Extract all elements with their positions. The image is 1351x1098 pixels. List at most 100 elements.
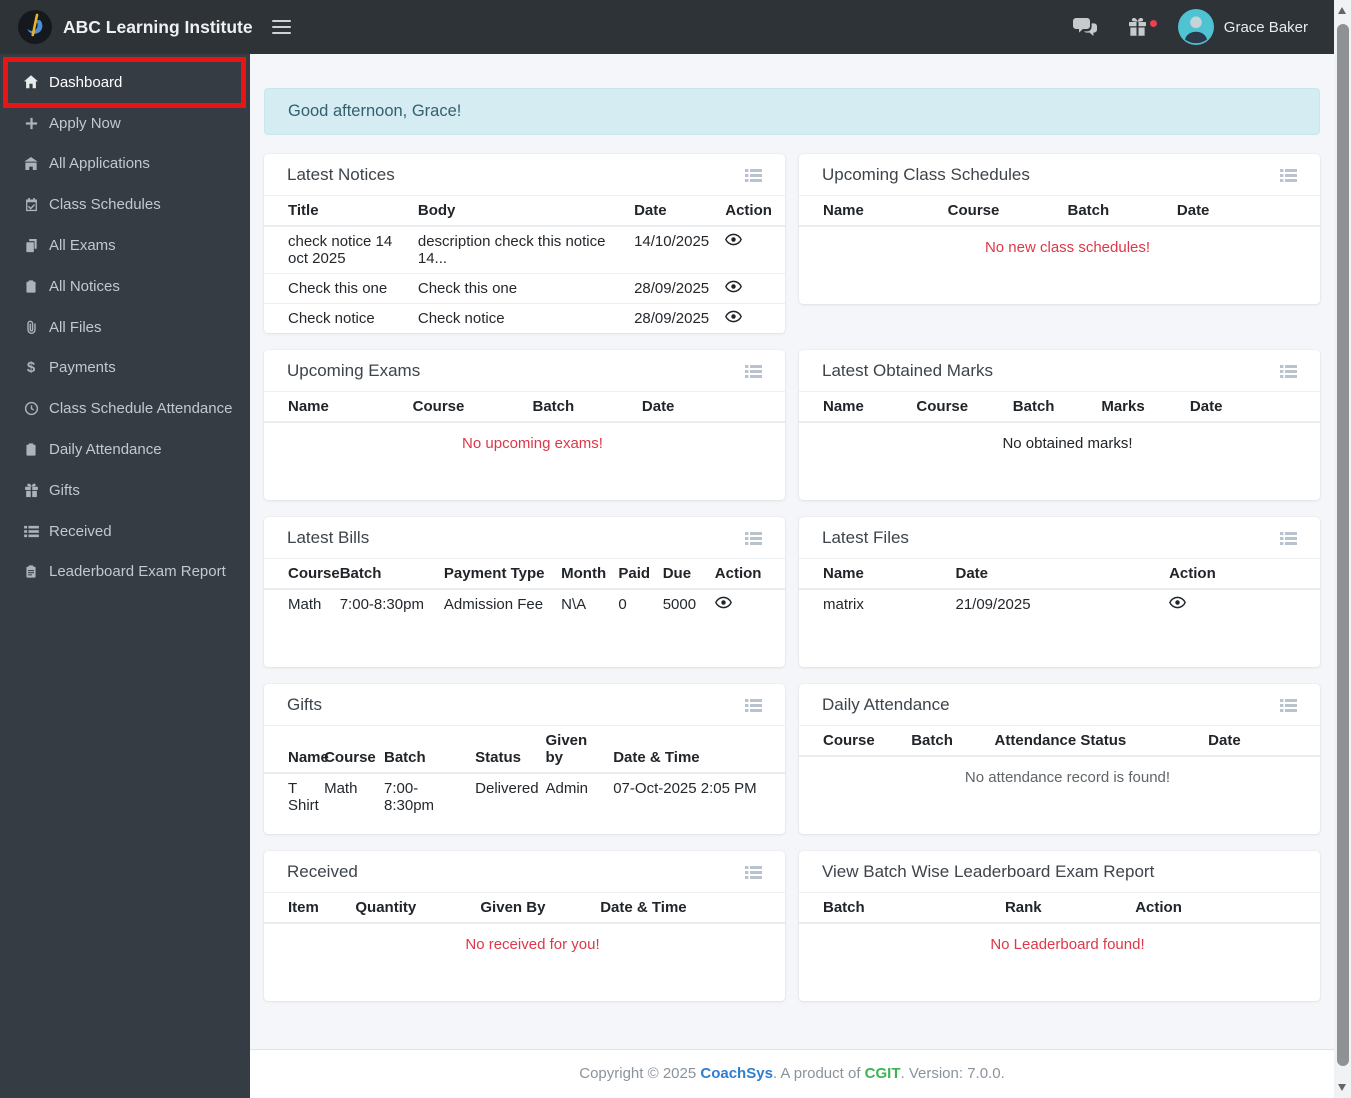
column-header: Paid: [610, 559, 655, 590]
column-header: Date: [626, 196, 718, 227]
sidebar-item-label: Class Schedule Attendance: [49, 400, 233, 418]
sidebar-item-label: Received: [49, 522, 112, 540]
card-title: Latest Bills: [287, 528, 370, 547]
sidebar-item-gifts[interactable]: Gifts: [0, 470, 250, 511]
clipboard-icon: [22, 279, 40, 294]
column-header: Name: [799, 559, 948, 590]
column-header: Action: [706, 559, 785, 590]
clipboard-icon: [22, 442, 40, 457]
clipboard-list-icon: [22, 564, 40, 579]
scrollbar-down-arrow-icon[interactable]: [1338, 1084, 1346, 1091]
table-row: matrix 21/09/2025: [799, 589, 1320, 619]
column-header: Attendance Status: [986, 726, 1201, 757]
column-header: Course: [316, 726, 376, 774]
column-header: Date: [1181, 392, 1320, 423]
sidebar-item-label: Dashboard: [49, 73, 123, 91]
sidebar-item-class-schedule-attendance[interactable]: Class Schedule Attendance: [0, 388, 250, 429]
copy-icon: [22, 238, 40, 253]
column-header: Date: [1200, 726, 1320, 757]
view-eye-icon[interactable]: [714, 596, 732, 609]
latest-files-table: Name Date Action matrix 21/09/2025: [799, 559, 1320, 619]
column-header: Date: [1168, 196, 1320, 227]
sidebar-item-label: All Applications: [49, 155, 150, 173]
column-header: Action: [1127, 893, 1320, 924]
column-header: Course: [404, 392, 525, 423]
card-gifts: Gifts Name Course Batch Status Given by …: [264, 684, 785, 834]
brand[interactable]: ABC Learning Institute: [0, 9, 253, 45]
card-latest-obtained-marks: Latest Obtained Marks Name Course Batch …: [799, 350, 1320, 500]
scrollbar[interactable]: [1334, 0, 1351, 1098]
list-icon: [22, 525, 40, 538]
sidebar-item-leaderboard-exam-report[interactable]: Leaderboard Exam Report: [0, 552, 250, 593]
column-header: Marks: [1093, 392, 1182, 423]
sidebar-item-daily-attendance[interactable]: Daily Attendance: [0, 429, 250, 470]
table-row: Check notice Check notice 28/09/2025: [264, 303, 785, 333]
card-title: Received: [287, 862, 358, 881]
latest-obtained-marks-table: Name Course Batch Marks Date No obtained…: [799, 392, 1320, 490]
view-eye-icon[interactable]: [725, 280, 743, 293]
column-header: Body: [409, 196, 627, 227]
empty-state-text: No new class schedules!: [984, 239, 1151, 256]
sidebar-item-all-files[interactable]: All Files: [0, 307, 250, 348]
cgit-link[interactable]: CGIT: [865, 1065, 901, 1082]
card-title: Gifts: [287, 695, 322, 714]
sidebar-item-all-applications[interactable]: All Applications: [0, 144, 250, 185]
list-tool-icon[interactable]: [1280, 698, 1297, 713]
daily-attendance-table: Course Batch Attendance Status Date No a…: [799, 726, 1320, 824]
empty-state-text: No Leaderboard found!: [990, 936, 1145, 953]
column-header: Batch: [376, 726, 468, 774]
gift-notifications-icon[interactable]: [1127, 17, 1157, 37]
view-eye-icon[interactable]: [725, 233, 743, 246]
list-tool-icon[interactable]: [745, 865, 762, 880]
footer: Copyright © 2025 CoachSys. A product of …: [250, 1049, 1334, 1098]
sidebar-item-all-exams[interactable]: All Exams: [0, 225, 250, 266]
sidebar-item-label: Class Schedules: [49, 196, 161, 214]
main-content: Good afternoon, Grace! Latest Notices Ti…: [250, 54, 1334, 1098]
scrollbar-thumb[interactable]: [1336, 24, 1349, 1066]
column-header: Date: [947, 559, 1162, 590]
notification-dot: [1149, 20, 1157, 27]
card-latest-notices: Latest Notices Title Body Date Action ch…: [264, 154, 785, 333]
list-tool-icon[interactable]: [745, 168, 762, 183]
sidebar-item-label: Apply Now: [49, 114, 121, 132]
column-header: Name: [799, 196, 940, 227]
coachsys-link[interactable]: CoachSys: [700, 1065, 773, 1082]
version-text: . Version: 7.0.0.: [900, 1065, 1005, 1082]
sidebar-item-class-schedules[interactable]: Class Schedules: [0, 184, 250, 225]
sidebar-item-payments[interactable]: $ Payments: [0, 348, 250, 389]
column-header: Due: [654, 559, 707, 590]
card-latest-bills: Latest Bills Course Batch Payment Type M…: [264, 517, 785, 667]
card-title: Latest Files: [822, 528, 909, 547]
table-row: Math 7:00-8:30pm Admission Fee N\A 0 500…: [264, 589, 785, 619]
card-upcoming-exams: Upcoming Exams Name Course Batch Date No…: [264, 350, 785, 500]
column-header: Month: [553, 559, 611, 590]
column-header: Date & Time: [605, 726, 785, 774]
sidebar-item-all-notices[interactable]: All Notices: [0, 266, 250, 307]
scrollbar-up-arrow-icon[interactable]: [1338, 7, 1346, 14]
sidebar-item-apply-now[interactable]: Apply Now: [0, 103, 250, 144]
chat-icon[interactable]: [1072, 17, 1097, 37]
sidebar-item-label: Gifts: [49, 481, 80, 499]
list-tool-icon[interactable]: [1280, 364, 1297, 379]
view-eye-icon[interactable]: [725, 310, 743, 323]
card-received: Received Item Quantity Given By Date & T…: [264, 851, 785, 1001]
home-icon: [22, 74, 40, 90]
column-header: Batch: [799, 893, 997, 924]
column-header: Course: [264, 559, 340, 590]
table-row: Check this one Check this one 28/09/2025: [264, 273, 785, 304]
list-tool-icon[interactable]: [745, 531, 762, 546]
view-eye-icon[interactable]: [1169, 596, 1187, 609]
column-header: Course: [908, 392, 1005, 423]
list-tool-icon[interactable]: [1280, 168, 1297, 183]
latest-notices-table: Title Body Date Action check notice 14 o…: [264, 196, 785, 333]
sidebar-toggle-hamburger-icon[interactable]: [272, 19, 291, 35]
empty-state-text: No attendance record is found!: [964, 769, 1171, 786]
list-tool-icon[interactable]: [1280, 531, 1297, 546]
list-tool-icon[interactable]: [745, 364, 762, 379]
column-header: Given By: [472, 893, 593, 924]
sidebar-item-label: All Exams: [49, 237, 116, 255]
sidebar-item-received[interactable]: Received: [0, 511, 250, 552]
sidebar-item-dashboard[interactable]: Dashboard: [0, 62, 250, 103]
list-tool-icon[interactable]: [745, 698, 762, 713]
user-menu[interactable]: Grace Baker: [1177, 9, 1308, 45]
